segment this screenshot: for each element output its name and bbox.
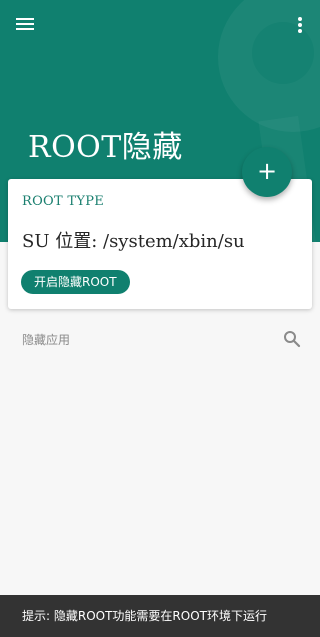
page-title: ROOT隐藏 <box>28 130 183 165</box>
root-type-card: ROOT TYPE SU 位置: /system/xbin/su 开启隐藏ROO… <box>8 179 312 309</box>
toast-message: 提示: 隐藏ROOT功能需要在ROOT环境下运行 <box>0 595 320 637</box>
search-icon[interactable] <box>283 330 301 348</box>
enable-hide-root-button[interactable]: 开启隐藏ROOT <box>21 270 130 294</box>
more-vertical-icon[interactable] <box>290 14 310 36</box>
su-path-text: SU 位置: /system/xbin/su <box>22 231 245 252</box>
hidden-apps-header: 隐藏应用 <box>22 333 71 347</box>
add-fab-button[interactable]: + <box>242 147 292 197</box>
plus-icon: + <box>256 157 278 185</box>
hamburger-menu-icon[interactable] <box>14 14 36 34</box>
root-type-label: ROOT TYPE <box>22 194 105 209</box>
